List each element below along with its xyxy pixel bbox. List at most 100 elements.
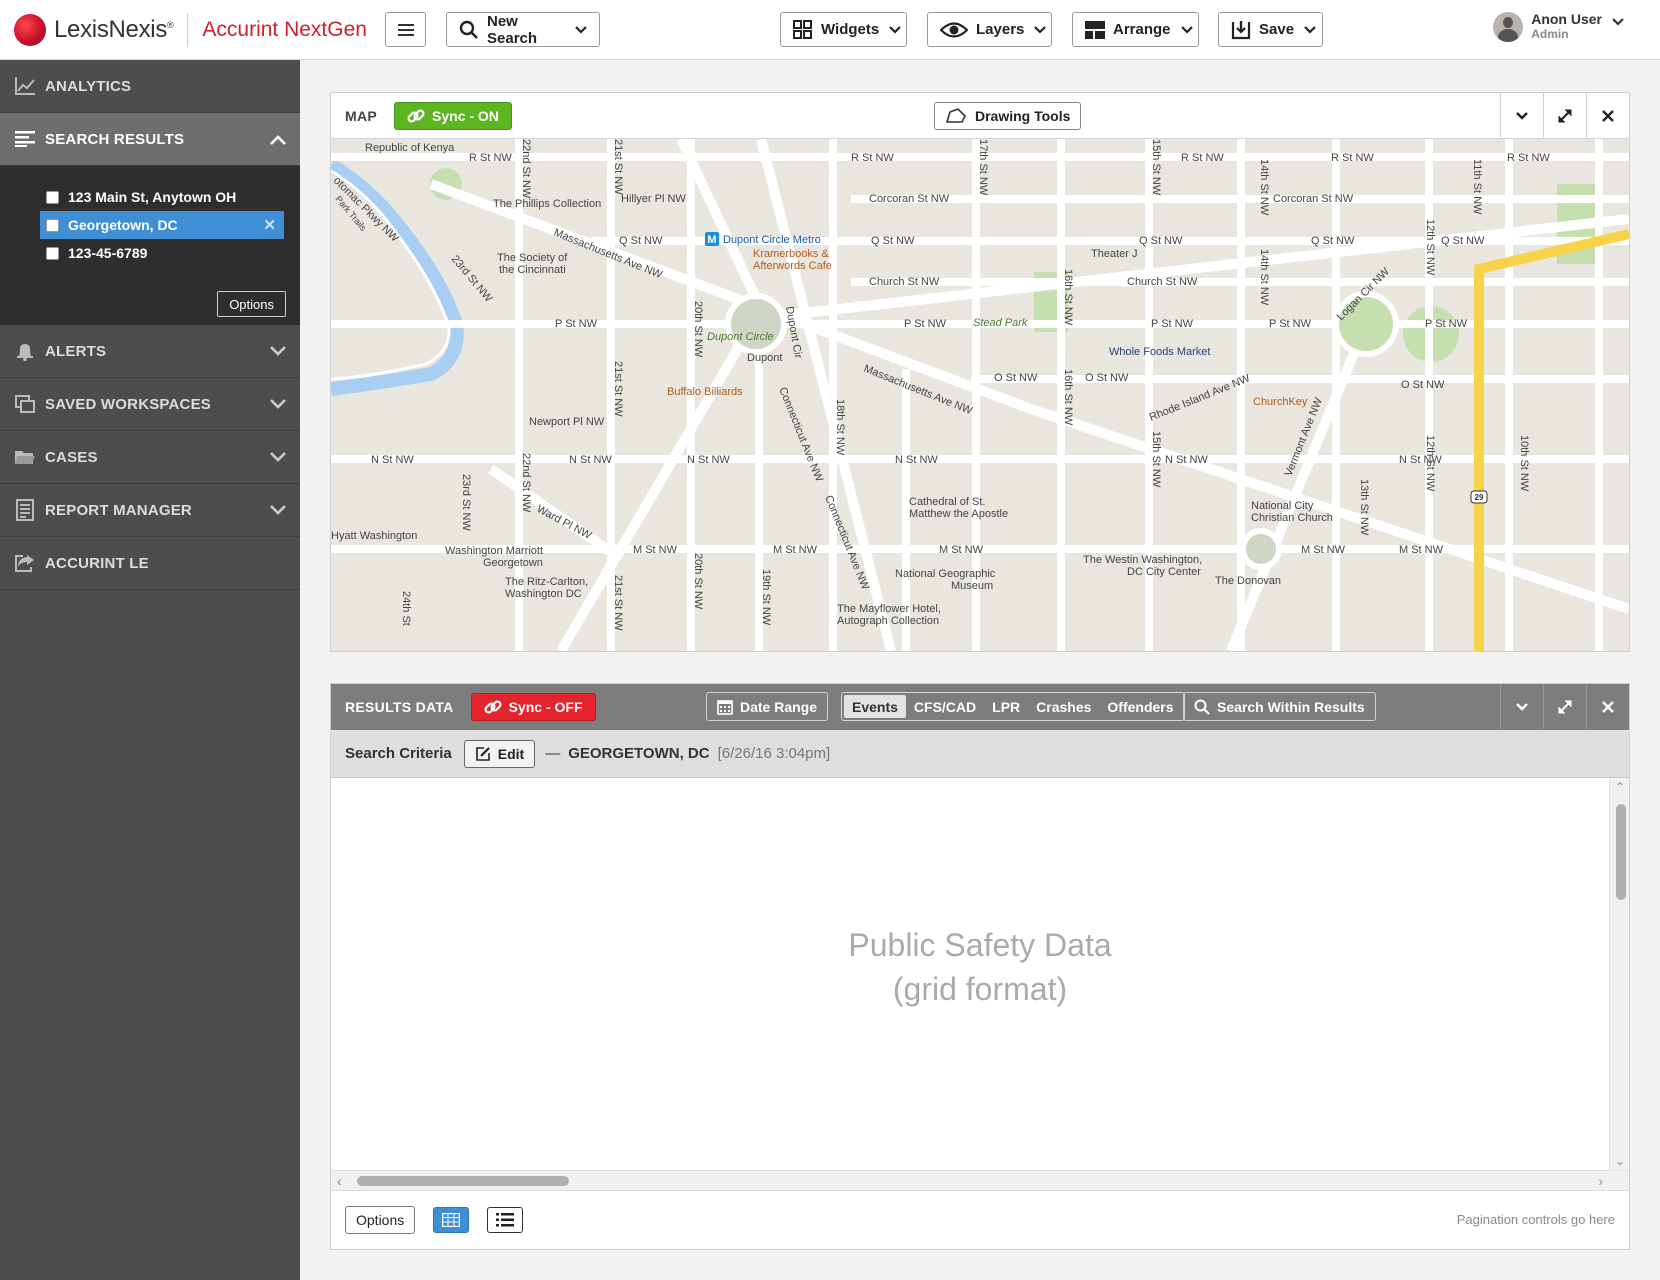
sidebar-item-cases[interactable]: CASES xyxy=(0,431,300,484)
place-label: Dupont Circle Metro xyxy=(723,234,821,246)
grid-view-button[interactable] xyxy=(433,1207,470,1233)
chevron-up-icon[interactable] xyxy=(270,132,286,149)
street-label: N St NW xyxy=(371,454,414,466)
place-label: Georgetown xyxy=(483,557,543,569)
sidebar: ANALYTICS SEARCH RESULTS 123 Main St, An… xyxy=(0,60,300,1280)
results-options-button[interactable]: Options xyxy=(345,1206,416,1234)
dupont-circle xyxy=(725,293,787,355)
close-widget-button[interactable] xyxy=(1586,684,1629,729)
layers-button[interactable]: Layers xyxy=(927,12,1052,47)
horizontal-scrollbar[interactable]: ‹ › xyxy=(331,1170,1629,1190)
date-range-button[interactable]: Date Range xyxy=(706,692,829,721)
chevron-down-icon xyxy=(889,25,901,34)
place-label: Stead Park xyxy=(973,317,1028,329)
place-label: The Mayflower Hotel, xyxy=(837,603,941,615)
drawing-tools-label: Drawing Tools xyxy=(975,108,1071,124)
user-name: Anon User xyxy=(1531,11,1602,27)
tab-lpr[interactable]: LPR xyxy=(984,695,1028,718)
table-icon xyxy=(442,1213,461,1227)
search-result-item-selected[interactable]: Georgetown, DC ✕ xyxy=(40,211,284,239)
street-label: R St NW xyxy=(1331,152,1374,164)
scroll-right-icon[interactable]: › xyxy=(1598,1173,1603,1189)
place-label: Theater J xyxy=(1091,248,1137,260)
product-name: Accurint NextGen xyxy=(202,18,367,41)
list-view-button[interactable] xyxy=(487,1207,524,1233)
sync-label: Sync - OFF xyxy=(508,699,583,715)
place-label: Dupont Circle xyxy=(707,331,774,343)
map-canvas[interactable]: 29 R St NW R St NW R St NW R St NW R St … xyxy=(331,139,1629,651)
place-label: Kramerbooks & xyxy=(753,248,829,260)
place-label: DC City Center xyxy=(1127,566,1201,578)
search-result-item[interactable]: 123 Main St, Anytown OH xyxy=(40,183,284,211)
sidebar-item-analytics[interactable]: ANALYTICS xyxy=(0,60,300,113)
collapse-widget-button[interactable] xyxy=(1500,93,1543,138)
street-label: 22nd St NW xyxy=(520,139,532,199)
street-label: 14th St NW xyxy=(1258,159,1270,216)
sidebar-item-report-manager[interactable]: REPORT MANAGER xyxy=(0,484,300,537)
street-label: 19th St NW xyxy=(760,569,772,626)
main-menu-button[interactable] xyxy=(385,12,426,47)
search-within-results-button[interactable]: Search Within Results xyxy=(1183,692,1376,721)
search-results-panel: 123 Main St, Anytown OH Georgetown, DC ✕… xyxy=(0,166,300,325)
sidebar-item-label: SEARCH RESULTS xyxy=(45,130,185,148)
company-name: LexisNexis® xyxy=(54,16,174,43)
tab-cfs-cad[interactable]: CFS/CAD xyxy=(906,695,984,718)
widgets-button[interactable]: Widgets xyxy=(780,12,907,47)
user-menu[interactable]: Anon User Admin xyxy=(1493,12,1624,42)
bell-icon xyxy=(14,341,36,361)
street-label: P St NW xyxy=(1151,318,1194,330)
new-search-button[interactable]: New Search xyxy=(446,12,600,47)
place-label: Republic of Kenya xyxy=(365,142,455,154)
horizontal-scroll-thumb[interactable] xyxy=(357,1176,569,1186)
map-sync-toggle[interactable]: Sync - ON xyxy=(394,101,512,130)
polygon-icon xyxy=(945,108,967,124)
sidebar-item-saved-workspaces[interactable]: SAVED WORKSPACES xyxy=(0,378,300,431)
collapse-widget-button[interactable] xyxy=(1500,684,1543,729)
save-label: Save xyxy=(1259,21,1295,38)
chevron-down-icon xyxy=(575,25,587,34)
chevron-down-icon xyxy=(270,343,286,360)
widgets-grid-icon xyxy=(793,19,813,40)
results-grid[interactable]: Public Safety Data (grid format) xyxy=(331,778,1629,1190)
scroll-up-icon[interactable]: ⌃ xyxy=(1615,780,1625,794)
vertical-scroll-thumb[interactable] xyxy=(1616,804,1626,900)
criteria-separator: — xyxy=(545,745,561,762)
tab-offenders[interactable]: Offenders xyxy=(1099,695,1181,718)
edit-criteria-button[interactable]: Edit xyxy=(463,739,536,768)
search-result-item[interactable]: 123-45-6789 xyxy=(40,239,284,267)
expand-widget-button[interactable] xyxy=(1543,93,1586,138)
tab-crashes[interactable]: Crashes xyxy=(1028,695,1099,718)
sidebar-item-label: REPORT MANAGER xyxy=(45,501,192,519)
remove-result-icon[interactable]: ✕ xyxy=(263,216,276,234)
result-checkbox[interactable] xyxy=(46,218,59,232)
expand-widget-button[interactable] xyxy=(1543,684,1586,729)
save-button[interactable]: Save xyxy=(1218,12,1323,47)
tab-events[interactable]: Events xyxy=(844,695,906,718)
grid-placeholder: Public Safety Data (grid format) xyxy=(331,923,1629,1011)
scroll-left-icon[interactable]: ‹ xyxy=(337,1173,342,1189)
place-label: Washington DC xyxy=(505,588,582,600)
results-sync-toggle[interactable]: Sync - OFF xyxy=(470,693,596,721)
sidebar-item-search-results[interactable]: SEARCH RESULTS xyxy=(0,113,300,166)
vertical-scrollbar[interactable]: ⌃ ⌄ xyxy=(1609,778,1629,1170)
logo[interactable]: LexisNexis® Accurint NextGen xyxy=(14,13,367,47)
sidebar-item-alerts[interactable]: ALERTS xyxy=(0,325,300,378)
expand-icon xyxy=(1557,699,1573,715)
street-label: 11th St NW xyxy=(1471,159,1483,215)
close-widget-button[interactable] xyxy=(1586,93,1629,138)
sync-label: Sync - ON xyxy=(432,107,499,124)
result-checkbox[interactable] xyxy=(46,246,59,260)
result-checkbox[interactable] xyxy=(46,190,59,204)
street-label: Newport Pl NW xyxy=(529,416,605,428)
street-label: N St NW xyxy=(687,454,730,466)
search-results-options-button[interactable]: Options xyxy=(217,291,286,317)
map-title: MAP xyxy=(345,107,378,124)
result-label: 123 Main St, Anytown OH xyxy=(68,189,237,205)
drawing-tools-button[interactable]: Drawing Tools xyxy=(934,102,1082,130)
arrange-button[interactable]: Arrange xyxy=(1072,12,1199,47)
scroll-down-icon[interactable]: ⌄ xyxy=(1615,1154,1625,1168)
sidebar-item-accurint-le[interactable]: ACCURINT LE xyxy=(0,537,300,590)
criteria-location: GEORGETOWN, DC xyxy=(568,745,710,762)
place-label: The Phillips Collection xyxy=(493,198,601,210)
sidebar-item-label: SAVED WORKSPACES xyxy=(45,395,211,413)
